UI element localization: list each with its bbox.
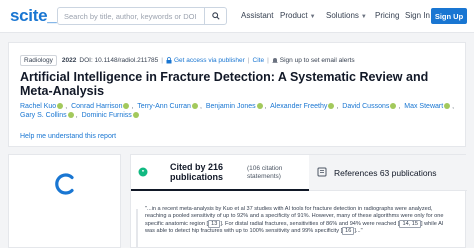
reference-marker[interactable]: 13 <box>208 219 221 228</box>
search-box[interactable] <box>57 7 227 25</box>
sign-up-button[interactable]: Sign Up <box>431 8 467 24</box>
orcid-icon[interactable] <box>256 103 263 110</box>
author-link[interactable]: Dominic Furniss <box>82 112 132 119</box>
loading-spinner-icon <box>55 173 74 195</box>
author-list: Rachel Kuo, Conrad Harrison, Terry-Ann C… <box>20 103 455 119</box>
sign-in-link[interactable]: Sign In <box>405 11 430 20</box>
reference-marker[interactable]: 14, 15 <box>399 219 422 228</box>
email-alerts-text[interactable]: Sign up to set email alerts <box>280 57 355 64</box>
nav-assistant[interactable]: Assistant <box>241 11 273 20</box>
paper-meta-row: Radiology 2022 DOI: 10.1148/radiol.21178… <box>20 55 355 66</box>
chevron-down-icon: ▼ <box>309 14 316 20</box>
nav-product[interactable]: Product ▼ <box>280 11 316 20</box>
reference-marker[interactable]: 16 <box>342 227 355 236</box>
bell-icon <box>272 58 278 63</box>
author-link[interactable]: Conrad Harrison <box>71 103 122 110</box>
nav-solutions[interactable]: Solutions ▼ <box>326 11 367 20</box>
citations-card: " Cited by 216 publications (106 citatio… <box>130 154 467 248</box>
author-link[interactable]: Terry-Ann Curran <box>137 103 191 110</box>
quote-bubble-icon: " <box>138 167 148 177</box>
author-link[interactable]: Rachel Kuo <box>20 103 56 110</box>
author-link[interactable]: Gary S. Collins <box>20 112 67 119</box>
chevron-down-icon: ▼ <box>360 14 367 20</box>
author-link[interactable]: Max Stewart <box>404 103 443 110</box>
orcid-icon[interactable] <box>328 103 335 110</box>
svg-text:": " <box>142 170 145 176</box>
paper-title: Artificial Intelligence in Fracture Dete… <box>20 70 429 98</box>
orcid-icon[interactable] <box>390 103 397 110</box>
publication-year: 2022 <box>61 57 77 64</box>
citation-statements: (106 citation statements) <box>247 165 283 180</box>
search-icon <box>211 12 220 20</box>
orcid-icon[interactable] <box>57 103 64 110</box>
references-icon <box>317 167 327 177</box>
author-link[interactable]: Benjamin Jones <box>206 103 256 110</box>
cited-by-count: Cited by 216 publications <box>170 162 224 182</box>
doi-text[interactable]: DOI: 10.1148/radiol.211785 <box>79 57 158 64</box>
citation-snippet: "...in a recent meta-analysis by Kuo et … <box>145 206 444 236</box>
orcid-icon[interactable] <box>132 112 139 119</box>
nav-pricing[interactable]: Pricing <box>375 11 399 20</box>
help-understand-link[interactable]: Help me understand this report <box>20 133 116 140</box>
tab-references[interactable]: References 63 publications <box>309 155 467 191</box>
author-link[interactable]: Alexander Freethy <box>270 103 327 110</box>
search-button[interactable] <box>204 8 226 24</box>
author-link[interactable]: David Cussons <box>342 103 389 110</box>
orcid-icon[interactable] <box>123 103 130 110</box>
paper-header-card: Radiology 2022 DOI: 10.1148/radiol.21178… <box>8 42 466 147</box>
scite-logo[interactable]: scite_ <box>10 6 57 26</box>
cite-link[interactable]: Cite <box>253 57 265 64</box>
tab-cited-by[interactable]: " Cited by 216 publications (106 citatio… <box>131 155 309 191</box>
lock-icon <box>166 57 172 64</box>
orcid-icon[interactable] <box>67 112 74 119</box>
orcid-icon[interactable] <box>444 103 451 110</box>
search-input[interactable] <box>64 8 199 24</box>
snippet-scroll-track <box>136 209 138 247</box>
get-access-link[interactable]: Get access via publisher <box>174 57 245 64</box>
references-count: References 63 publications <box>334 168 437 178</box>
category-badge[interactable]: Radiology <box>20 55 57 66</box>
orcid-icon[interactable] <box>191 103 198 110</box>
top-nav: scite_ Assistant Product▼ Solutions▼ Pri… <box>0 0 474 33</box>
loading-card <box>8 154 121 248</box>
